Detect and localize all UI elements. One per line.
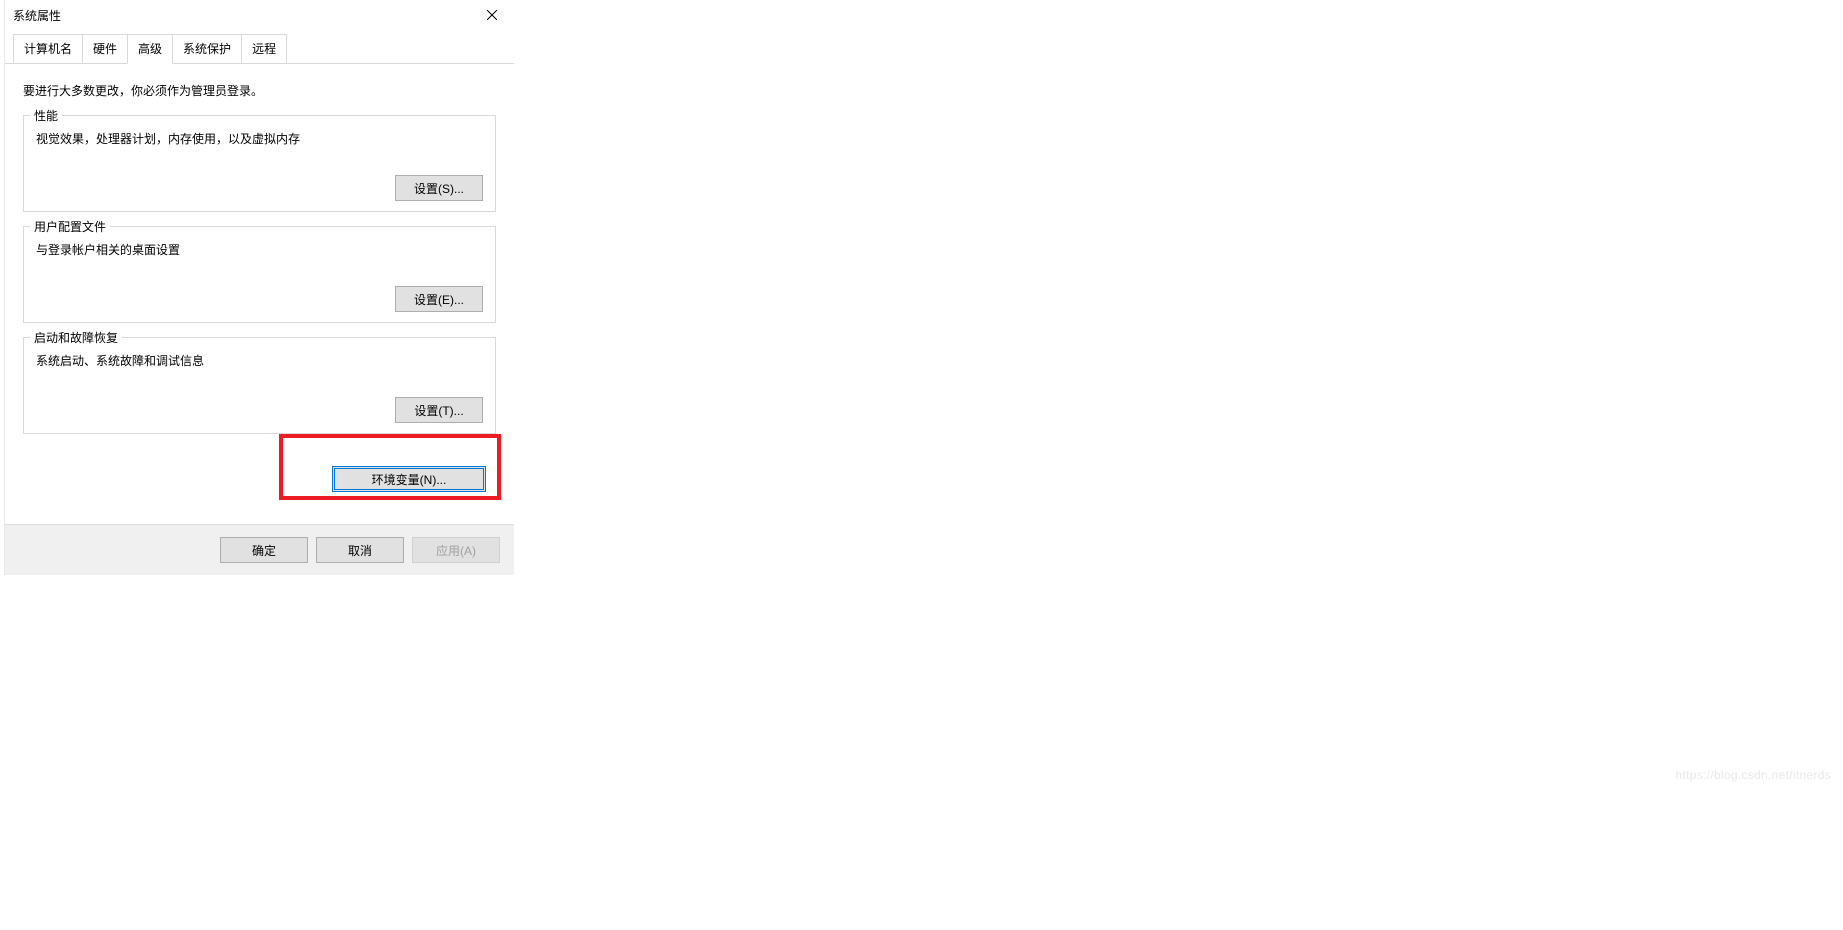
system-properties-dialog: 系统属性 计算机名 硬件 高级 系统保护 远程 要进行大多数更改，你必须作为管理… xyxy=(4,0,514,575)
intro-text: 要进行大多数更改，你必须作为管理员登录。 xyxy=(23,82,496,99)
ok-button[interactable]: 确定 xyxy=(220,537,308,563)
dialog-buttons: 确定 取消 应用(A) xyxy=(5,524,514,575)
tab-system-protection[interactable]: 系统保护 xyxy=(172,34,242,63)
close-button[interactable] xyxy=(469,0,514,30)
close-icon xyxy=(487,10,497,20)
titlebar: 系统属性 xyxy=(5,0,514,30)
tab-advanced[interactable]: 高级 xyxy=(127,34,173,64)
group-user-profiles-text: 与登录帐户相关的桌面设置 xyxy=(36,241,483,258)
tabstrip: 计算机名 硬件 高级 系统保护 远程 xyxy=(5,30,514,64)
environment-variables-button[interactable]: 环境变量(N)... xyxy=(332,466,486,492)
env-row: 环境变量(N)... xyxy=(23,452,496,506)
tab-remote[interactable]: 远程 xyxy=(241,34,287,63)
group-user-profiles-legend: 用户配置文件 xyxy=(30,218,110,235)
user-profiles-settings-button[interactable]: 设置(E)... xyxy=(395,286,483,312)
tab-content-advanced: 要进行大多数更改，你必须作为管理员登录。 性能 视觉效果，处理器计划，内存使用，… xyxy=(5,64,514,524)
dialog-title: 系统属性 xyxy=(13,7,61,24)
group-performance-text: 视觉效果，处理器计划，内存使用，以及虚拟内存 xyxy=(36,130,483,147)
group-user-profiles: 用户配置文件 与登录帐户相关的桌面设置 设置(E)... xyxy=(23,226,496,323)
startup-recovery-settings-button[interactable]: 设置(T)... xyxy=(395,397,483,423)
performance-settings-button[interactable]: 设置(S)... xyxy=(395,175,483,201)
group-startup-recovery: 启动和故障恢复 系统启动、系统故障和调试信息 设置(T)... xyxy=(23,337,496,434)
watermark: https://blog.csdn.net/itnerds xyxy=(1676,768,1831,782)
tab-computer-name[interactable]: 计算机名 xyxy=(13,34,83,63)
tab-hardware[interactable]: 硬件 xyxy=(82,34,128,63)
cancel-button[interactable]: 取消 xyxy=(316,537,404,563)
group-performance: 性能 视觉效果，处理器计划，内存使用，以及虚拟内存 设置(S)... xyxy=(23,115,496,212)
group-startup-recovery-legend: 启动和故障恢复 xyxy=(30,329,122,346)
group-startup-recovery-text: 系统启动、系统故障和调试信息 xyxy=(36,352,483,369)
group-performance-legend: 性能 xyxy=(30,107,62,124)
apply-button[interactable]: 应用(A) xyxy=(412,537,500,563)
